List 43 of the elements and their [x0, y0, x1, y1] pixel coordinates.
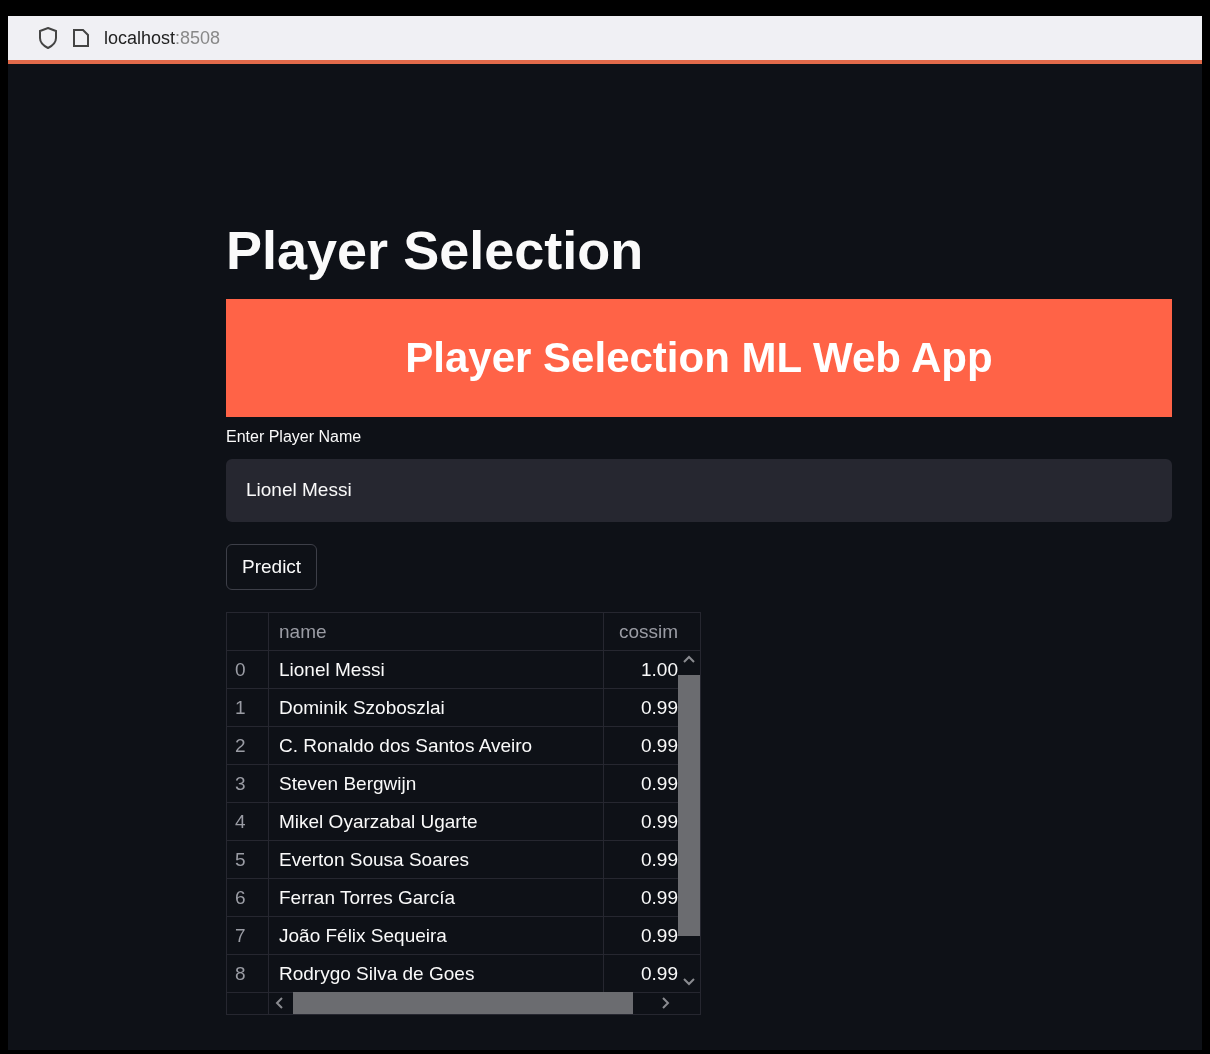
- row-index: 5: [235, 847, 246, 872]
- row-index: 1: [235, 695, 246, 720]
- row-index: 7: [235, 923, 246, 948]
- row-index: 0: [235, 657, 246, 682]
- table-cell-text: 0.99: [641, 771, 678, 796]
- table-cell-text: 0.99: [641, 847, 678, 872]
- table-cell-text: 0.99: [641, 809, 678, 834]
- field-label: Enter Player Name: [226, 426, 362, 447]
- table-cell-text: Mikel Oyarzabal Ugarte: [279, 809, 478, 834]
- app-banner: Player Selection ML Web App: [226, 298, 1172, 417]
- shield-icon: [38, 27, 58, 49]
- scroll-left-icon[interactable]: [275, 997, 283, 1010]
- table-cell-text: 0.99: [641, 695, 678, 720]
- player-name-field[interactable]: Lionel Messi: [226, 458, 1172, 522]
- table-cell-text: Dominik Szoboszlai: [279, 695, 445, 720]
- table-cell-text: Ferran Torres García: [279, 885, 455, 910]
- address-text[interactable]: localhost:8508: [104, 24, 221, 52]
- column-header: cossim: [618, 619, 678, 644]
- column-header: name: [279, 619, 327, 644]
- table-cell-text: João Félix Sequeira: [279, 923, 447, 948]
- predict-button[interactable]: Predict: [226, 543, 318, 591]
- page-icon: [72, 28, 90, 48]
- table-cell-text: Rodrygo Silva de Goes: [279, 961, 475, 986]
- table-cell-text: 0.99: [641, 885, 678, 910]
- scroll-up-icon[interactable]: [683, 655, 695, 664]
- scroll-right-icon[interactable]: [662, 997, 670, 1010]
- row-index: 8: [235, 961, 246, 986]
- scrollbar-thumb[interactable]: [293, 992, 633, 1015]
- table-cell-text: 1.00: [641, 657, 678, 682]
- table-cell-text: 0.99: [641, 733, 678, 758]
- table-cell-text: Everton Sousa Soares: [279, 847, 470, 872]
- scroll-down-icon[interactable]: [683, 978, 695, 987]
- row-index: 3: [235, 771, 246, 796]
- row-index: 6: [235, 885, 246, 910]
- table-cell-text: 0.99: [641, 923, 678, 948]
- table-cell-text: 0.99: [641, 961, 678, 986]
- row-index: 4: [235, 809, 246, 834]
- table-cell-text: Lionel Messi: [279, 657, 385, 682]
- table-cell-text: C. Ronaldo dos Santos Aveiro: [279, 733, 533, 758]
- table-cell-text: Steven Bergwijn: [279, 771, 417, 796]
- page-title: Player Selection: [226, 219, 645, 282]
- scrollbar-thumb[interactable]: [678, 675, 700, 937]
- row-index: 2: [235, 733, 246, 758]
